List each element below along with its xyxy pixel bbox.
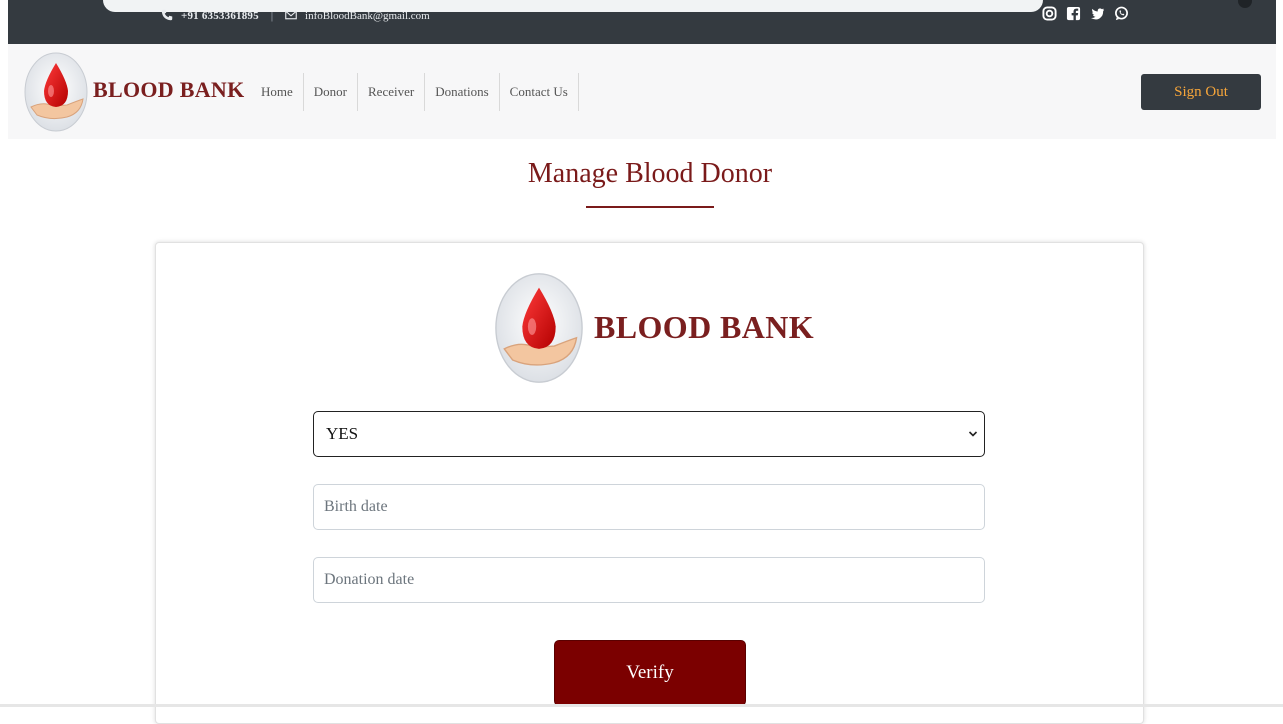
donor-status-select[interactable]: YES <box>313 411 985 457</box>
main-navbar: BLOOD BANK Home Donor Receiver Donations… <box>8 44 1276 139</box>
nav-link-contact-us[interactable]: Contact Us <box>500 73 579 111</box>
sign-out-button[interactable]: Sign Out <box>1141 74 1261 110</box>
mail-icon <box>285 9 297 24</box>
email-address: infoBloodBank@gmail.com <box>305 10 430 22</box>
contact-divider: | <box>270 10 274 22</box>
form-brand-name: BLOOD BANK <box>594 309 815 345</box>
top-contact-bar: +91 6353361895 | infoBloodBank@gmail.com <box>8 0 1276 44</box>
social-links <box>1042 6 1129 21</box>
twitter-icon[interactable] <box>1090 6 1105 21</box>
donor-form-card: BLOOD BANK YES Verify <box>155 242 1144 724</box>
chevron-down-icon <box>968 424 978 444</box>
nav-link-donor[interactable]: Donor <box>304 73 358 111</box>
phone-number: +91 6353361895 <box>181 10 259 22</box>
window-corner <box>1238 0 1252 8</box>
brand-name[interactable]: BLOOD BANK <box>93 77 245 103</box>
verify-button[interactable]: Verify <box>554 640 746 706</box>
donation-date-input[interactable] <box>313 557 985 603</box>
title-underline <box>586 206 714 208</box>
nav-link-receiver[interactable]: Receiver <box>358 73 426 111</box>
phone-icon <box>161 9 173 24</box>
whatsapp-icon[interactable] <box>1114 6 1129 21</box>
select-value: YES <box>326 424 359 443</box>
facebook-icon[interactable] <box>1066 6 1081 21</box>
contact-info: +91 6353361895 | infoBloodBank@gmail.com <box>161 6 430 26</box>
blood-drop-logo-icon[interactable] <box>23 51 89 133</box>
birth-date-input[interactable] <box>313 484 985 530</box>
nav-links: Home Donor Receiver Donations Contact Us <box>251 73 579 111</box>
nav-link-home[interactable]: Home <box>251 73 304 111</box>
instagram-icon[interactable] <box>1042 6 1057 21</box>
nav-link-donations[interactable]: Donations <box>425 73 500 111</box>
blood-drop-logo-icon <box>490 271 588 385</box>
page-title: Manage Blood Donor <box>527 158 773 189</box>
